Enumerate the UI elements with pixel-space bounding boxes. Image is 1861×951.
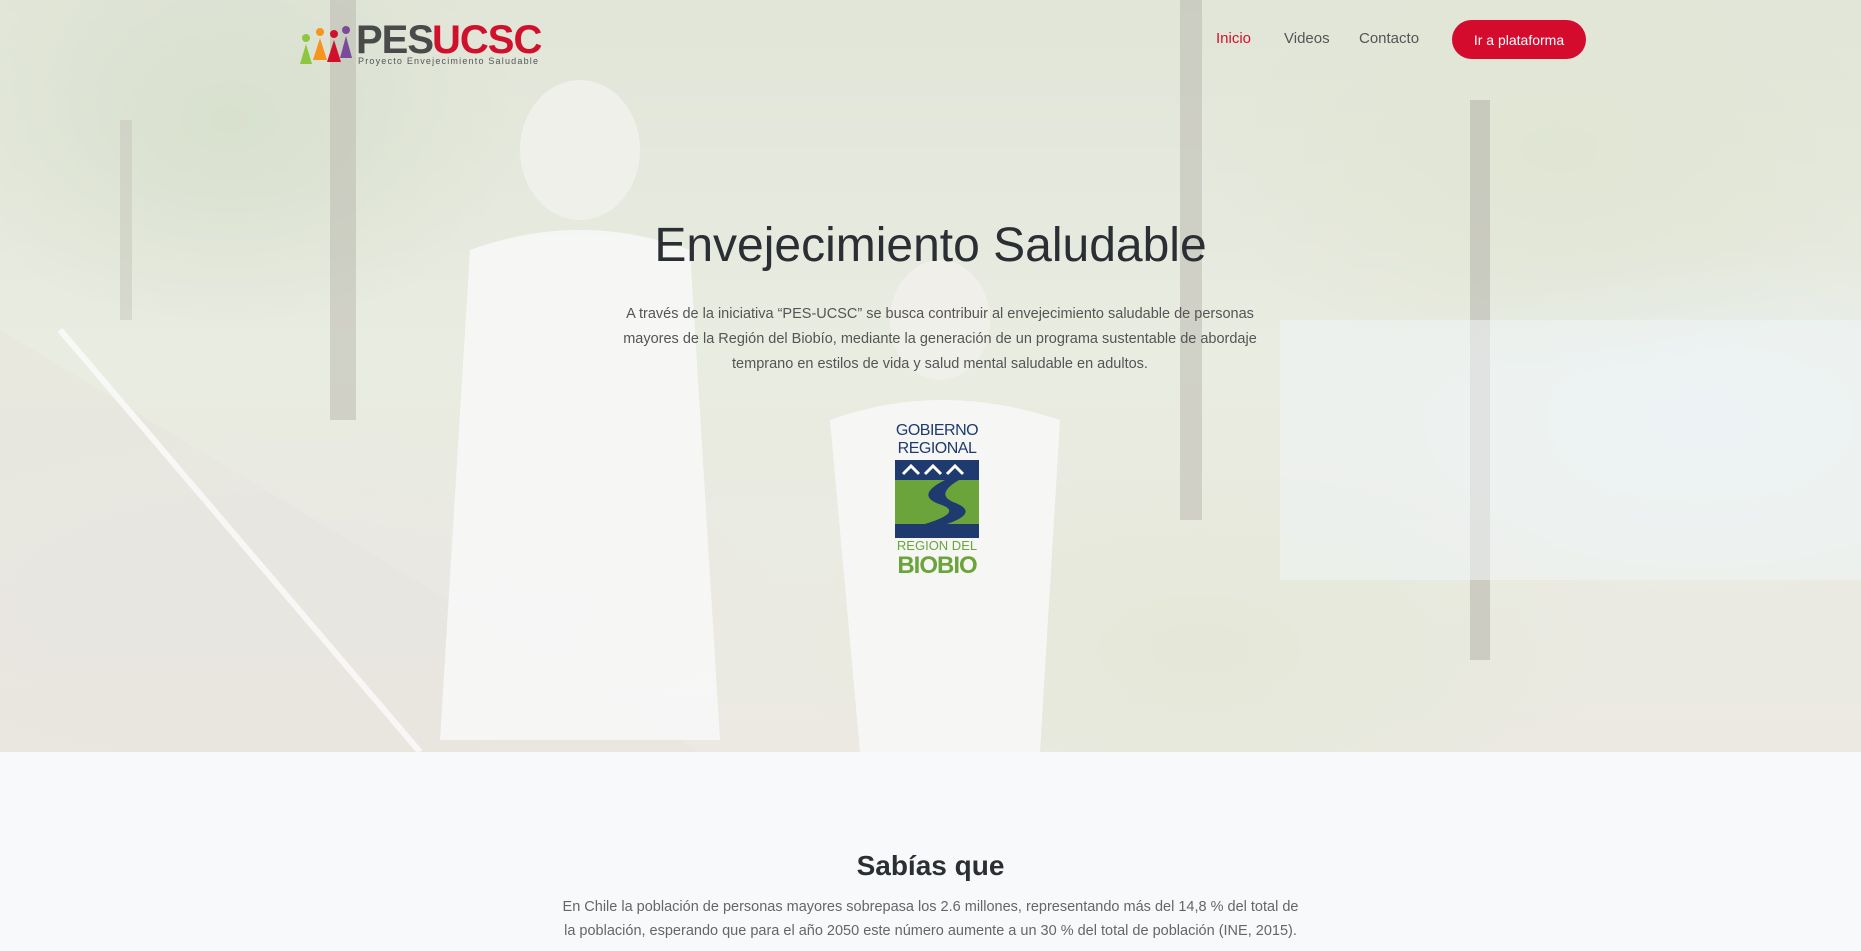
gobierno-regional-logo: GOBIERNO REGIONAL REGION DEL BIOBIO <box>893 420 981 579</box>
gob-logo-line1: GOBIERNO <box>895 422 979 439</box>
gob-logo-line2: REGIONAL <box>897 440 977 457</box>
top-navbar: PES UCSC Proyecto Envejecimiento Saludab… <box>0 0 1861 80</box>
hero-section: PES UCSC Proyecto Envejecimiento Saludab… <box>0 0 1861 752</box>
nav-link-inicio[interactable]: Inicio <box>1216 30 1251 47</box>
nav-link-videos[interactable]: Videos <box>1284 30 1330 47</box>
hero-title: Envejecimiento Saludable <box>654 219 1207 272</box>
gob-logo-line3: REGION DEL <box>896 538 978 553</box>
nav-link-contacto[interactable]: Contacto <box>1359 30 1419 47</box>
facts-title: Sabías que <box>856 850 1005 881</box>
go-to-platform-button[interactable]: Ir a plataforma <box>1452 20 1586 59</box>
hero-description: A través de la iniciativa “PES-UCSC” se … <box>623 306 1257 372</box>
gob-logo-line4: BIOBIO <box>897 552 977 579</box>
pes-ucsc-logo[interactable]: PES UCSC Proyecto Envejecimiento Saludab… <box>296 16 542 68</box>
logo-tagline: Proyecto Envejecimiento Saludable <box>358 56 540 66</box>
facts-section: Sabías que En Chile la población de pers… <box>0 752 1861 951</box>
biobio-river-emblem-icon <box>895 460 979 538</box>
people-figures-icon <box>300 26 352 64</box>
facts-text: En Chile la población de personas mayore… <box>562 899 1299 939</box>
